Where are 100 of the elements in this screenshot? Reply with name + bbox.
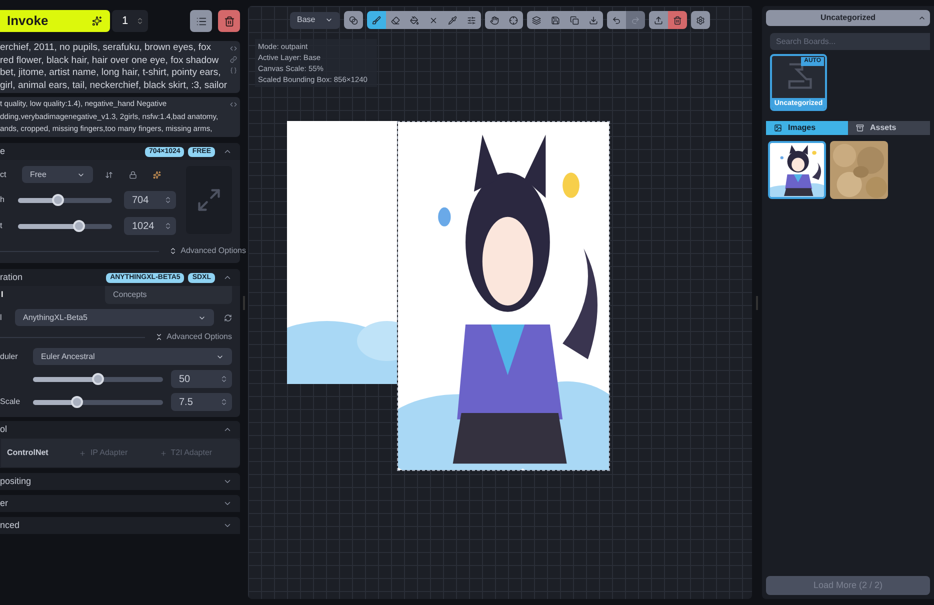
move-tool[interactable] <box>485 11 504 29</box>
tab[interactable]: Images <box>766 121 848 135</box>
swap-icon[interactable] <box>105 170 113 178</box>
slider-thumb[interactable] <box>71 396 84 408</box>
gallery-thumbnail[interactable] <box>768 141 826 199</box>
sparkles-icon <box>92 16 102 26</box>
expand-icon[interactable] <box>223 499 232 508</box>
code-icon[interactable] <box>230 45 238 52</box>
stepper-icon[interactable] <box>164 196 172 204</box>
upload-button[interactable] <box>649 11 668 29</box>
redo-icon <box>631 16 640 24</box>
gallery-thumbnail[interactable] <box>830 141 888 199</box>
expand-icon[interactable] <box>223 477 232 486</box>
field-label: t <box>0 220 4 232</box>
expand-icon[interactable] <box>223 521 232 530</box>
add-adapter-button[interactable]: ControlNet <box>1 447 80 459</box>
prompt-line: girl, animal ears, tail, neckerchief, black skirt, :3, sailor <box>0 80 228 92</box>
save-icon <box>551 16 560 24</box>
eraser-tool[interactable] <box>386 11 405 29</box>
brush-icon <box>372 16 381 24</box>
model-select[interactable]: AnythingXL-Beta5 <box>15 309 214 326</box>
tab[interactable]: Concepts <box>105 286 232 304</box>
advanced-options-link[interactable]: Advanced Options <box>166 331 232 343</box>
delete-button[interactable] <box>668 11 687 29</box>
number-field[interactable]: 1024 <box>124 217 176 235</box>
section-title: e <box>0 144 6 158</box>
layer-select[interactable]: Base <box>290 12 340 28</box>
crosshair-icon <box>509 16 518 24</box>
delete-button[interactable] <box>218 10 240 32</box>
upload-icon <box>654 16 663 24</box>
blend-icon-button[interactable] <box>344 11 363 29</box>
copy-icon <box>570 16 579 24</box>
chevron-up-icon <box>918 14 926 22</box>
link-icon[interactable] <box>230 56 238 63</box>
prompt-line: red flower, black hair, hair over one eye, fox shadow <box>0 54 220 67</box>
stepper-icon[interactable] <box>220 375 228 383</box>
iterations-field[interactable]: 1 <box>112 10 148 32</box>
x-icon <box>429 16 438 24</box>
prompt-line: erchief, 2011, no pupils, serafuku, brown eyes, fox <box>0 42 212 54</box>
plus-icon <box>79 450 86 456</box>
hand-icon <box>490 16 499 24</box>
section-title: positing <box>0 474 32 488</box>
aspect-select[interactable]: Free <box>22 166 93 183</box>
number-field[interactable]: 7.5 <box>171 393 232 411</box>
stepper-icon[interactable] <box>220 398 228 406</box>
sliders-icon <box>467 16 476 24</box>
eraser-icon <box>391 16 400 24</box>
brush-tool[interactable] <box>367 11 386 29</box>
scheduler-select[interactable]: Euler Ancestral <box>33 348 232 365</box>
undo-icon <box>612 16 621 24</box>
slider-thumb[interactable] <box>73 220 86 232</box>
search-field[interactable]: Search Boards... <box>770 33 930 50</box>
merge-layers-button[interactable] <box>527 11 546 29</box>
chevron-down-icon <box>325 16 333 24</box>
slider-thumb[interactable] <box>92 372 104 384</box>
code-icon[interactable] <box>230 101 236 108</box>
lock-icon[interactable] <box>129 170 137 178</box>
trash-icon <box>673 16 682 24</box>
expand-icon[interactable] <box>168 247 177 255</box>
prompt-line: bet, jitome, artist name, long hair, t-shirt, pointy ears, <box>0 67 222 80</box>
collapse-icon[interactable] <box>223 425 232 434</box>
blend-icon <box>349 16 358 24</box>
field-label: l <box>0 312 3 324</box>
field-label: duler <box>0 350 19 362</box>
braces-icon[interactable] <box>230 67 238 74</box>
collapse-icon[interactable] <box>223 147 232 156</box>
slider-thumb[interactable] <box>52 194 64 206</box>
stepper-icon[interactable] <box>136 17 144 25</box>
invoke-button[interactable]: Invoke <box>0 10 110 32</box>
reset-view-button[interactable] <box>504 11 523 29</box>
download-button[interactable] <box>584 11 603 29</box>
section-title: nced <box>0 518 21 532</box>
number-field[interactable]: 704 <box>124 191 176 209</box>
image-icon <box>774 124 782 132</box>
paint-bucket-icon <box>410 16 419 24</box>
field-label: h <box>0 194 6 206</box>
collapse-icon[interactable] <box>223 273 232 282</box>
section-title: er <box>0 496 10 510</box>
board-selector[interactable]: Uncategorized <box>766 10 930 26</box>
list-button[interactable] <box>190 10 212 32</box>
collapse-icon[interactable] <box>154 333 163 341</box>
undo-button[interactable] <box>607 11 626 29</box>
refresh-icon[interactable] <box>224 314 232 322</box>
tab[interactable]: Assets <box>848 121 930 135</box>
brush-settings-button[interactable] <box>462 11 481 29</box>
tab[interactable]: l <box>0 286 105 304</box>
sparkles-icon[interactable] <box>153 170 161 178</box>
section-title: ol <box>0 422 8 436</box>
prompt-field[interactable] <box>0 41 240 93</box>
settings-button[interactable] <box>691 11 710 29</box>
section-title: ration <box>0 270 24 284</box>
number-field[interactable]: 50 <box>171 370 232 388</box>
layers-icon <box>532 16 541 24</box>
settings-icon <box>696 16 705 24</box>
stepper-icon[interactable] <box>164 222 172 230</box>
archive-icon <box>856 124 864 132</box>
advanced-options-link[interactable]: Advanced Options <box>180 245 246 257</box>
plus-icon <box>160 450 167 456</box>
field-label: ct <box>0 168 8 180</box>
expand-icon <box>196 187 222 213</box>
